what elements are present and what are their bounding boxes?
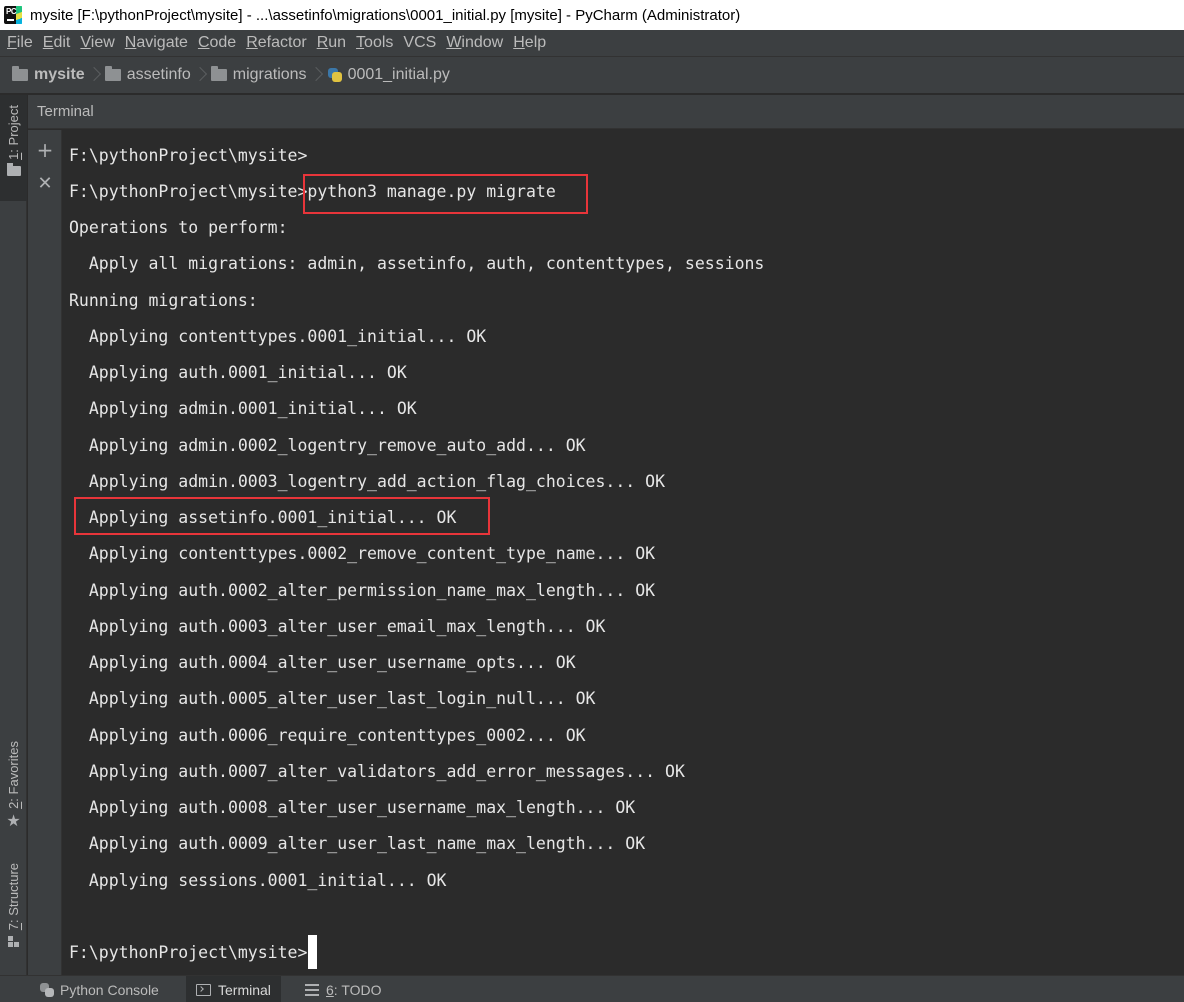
menu-file[interactable]: File <box>2 30 38 56</box>
terminal-line: Apply all migrations: admin, assetinfo, … <box>69 254 765 274</box>
folder-icon <box>210 66 227 81</box>
python-console-icon <box>40 982 54 997</box>
folder-icon <box>6 162 21 176</box>
terminal-line: Applying auth.0006_require_contenttypes_… <box>69 725 586 745</box>
terminal-line: Operations to perform: <box>69 218 288 237</box>
tool-tab-favorites[interactable]: 2: Favorites ★ <box>0 741 27 841</box>
terminal-line: Applying auth.0002_alter_permission_name… <box>69 580 656 600</box>
menu-help[interactable]: Help <box>508 30 551 56</box>
left-tool-strip: 1: Project 2: Favorites ★ 7: Structure <box>0 95 27 975</box>
menu-refactor[interactable]: Refactor <box>241 30 311 56</box>
menu-window[interactable]: Window <box>441 30 508 56</box>
terminal-toolbar: + ✕ <box>28 130 62 975</box>
menu-edit[interactable]: Edit <box>38 30 76 56</box>
pycharm-logo-icon: PC <box>4 6 22 24</box>
terminal-line: Applying auth.0008_alter_user_username_m… <box>69 798 636 817</box>
terminal-line: F:\pythonProject\mysite> <box>69 146 308 165</box>
list-icon <box>305 983 319 996</box>
tool-window-title: Terminal <box>37 103 94 120</box>
terminal-line: Applying contenttypes.0002_remove_conten… <box>69 544 656 564</box>
terminal-line: Applying auth.0004_alter_user_username_o… <box>69 653 576 672</box>
terminal-line: Running migrations: <box>69 290 258 310</box>
menu-bar: File Edit View Navigate Code Refactor Ru… <box>0 30 1184 56</box>
text-cursor <box>308 934 318 969</box>
tool-tab-terminal[interactable]: Terminal <box>186 976 281 1002</box>
breadcrumb-project[interactable]: mysite <box>12 61 85 89</box>
breadcrumb-file[interactable]: 0001_initial.py <box>327 61 450 89</box>
assetinfo-migration-highlight-box <box>74 497 490 535</box>
plus-icon[interactable]: + <box>34 139 56 161</box>
menu-run[interactable]: Run <box>312 30 351 56</box>
terminal-line: Applying auth.0007_alter_validators_add_… <box>69 761 685 781</box>
menu-tools[interactable]: Tools <box>351 30 398 56</box>
close-icon[interactable]: ✕ <box>34 173 56 195</box>
breadcrumb-migrations[interactable]: migrations <box>210 61 307 89</box>
tool-tab-structure[interactable]: 7: Structure <box>0 863 27 963</box>
bottom-tool-bar: Python Console Terminal 6: TODO <box>0 975 1184 1002</box>
terminal-tool-window-header: Terminal <box>28 95 1184 129</box>
menu-code[interactable]: Code <box>193 30 241 56</box>
star-icon: ★ <box>6 810 21 830</box>
terminal-current-prompt[interactable]: F:\pythonProject\mysite> <box>69 934 318 971</box>
terminal-line: Applying auth.0003_alter_user_email_max_… <box>69 616 606 636</box>
terminal-line: Applying auth.0009_alter_user_last_name_… <box>69 834 646 854</box>
menu-navigate[interactable]: Navigate <box>120 30 193 56</box>
breadcrumb-assetinfo[interactable]: assetinfo <box>104 61 191 89</box>
terminal-line: Applying admin.0001_initial... OK <box>69 399 417 419</box>
terminal-icon <box>196 983 211 996</box>
terminal-output[interactable]: F:\pythonProject\mysite> F:\pythonProjec… <box>63 130 1184 975</box>
window-title: mysite [F:\pythonProject\mysite] - ...\a… <box>30 6 741 24</box>
menu-vcs[interactable]: VCS <box>398 30 441 56</box>
menu-view[interactable]: View <box>75 30 119 56</box>
terminal-line: Applying auth.0001_initial... OK <box>69 363 407 382</box>
chevron-right-icon <box>87 61 101 89</box>
tool-tab-project[interactable]: 1: Project <box>0 95 27 201</box>
folder-icon <box>12 66 28 81</box>
structure-icon <box>7 936 20 948</box>
chevron-right-icon <box>309 61 323 89</box>
tool-tab-todo[interactable]: 6: TODO <box>295 976 392 1002</box>
command-highlight-box <box>303 174 588 214</box>
python-file-icon <box>327 67 343 83</box>
terminal-line: Applying auth.0005_alter_user_last_login… <box>69 689 596 709</box>
chevron-right-icon <box>193 61 207 89</box>
tool-tab-python-console[interactable]: Python Console <box>30 976 169 1002</box>
terminal-line: Applying admin.0002_logentry_remove_auto… <box>69 435 586 455</box>
terminal-line: Applying sessions.0001_initial... OK <box>69 870 447 890</box>
terminal-line: Applying contenttypes.0001_initial... OK <box>69 326 487 346</box>
window-title-bar: PC mysite [F:\pythonProject\mysite] - ..… <box>0 0 1184 30</box>
terminal-line: Applying admin.0003_logentry_add_action_… <box>69 471 666 491</box>
folder-icon <box>104 66 121 81</box>
navigation-bar: mysite assetinfo migrations 0001_initial… <box>0 56 1184 94</box>
